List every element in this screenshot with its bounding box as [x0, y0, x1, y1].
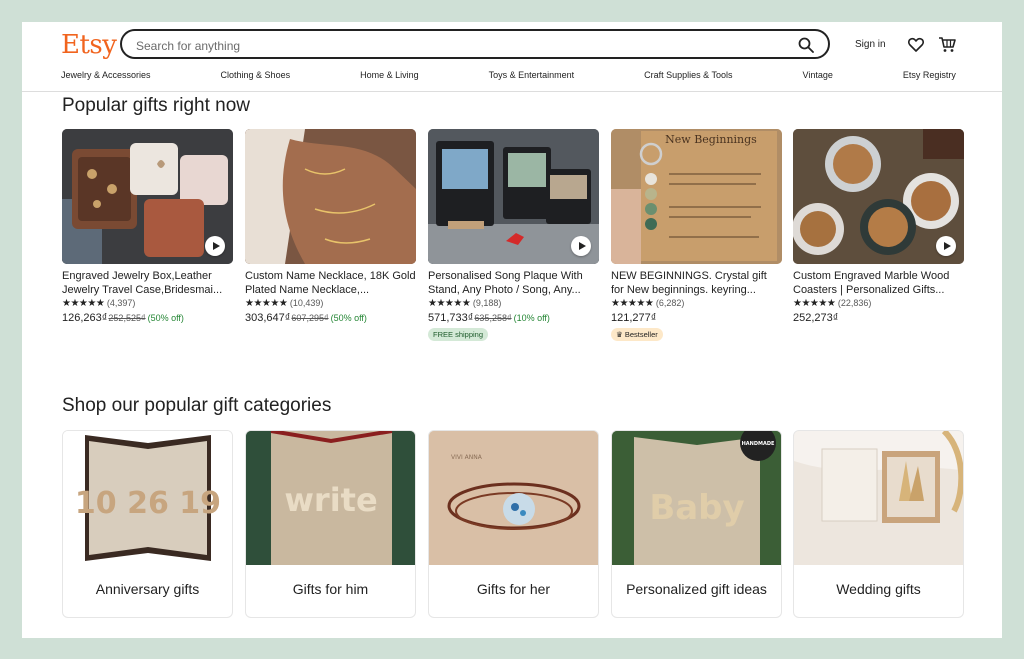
- plaque-title-text: New Beginnings: [665, 133, 757, 146]
- category-card-anniversary[interactable]: 10 26 19 Anniversary gifts: [62, 430, 233, 618]
- category-image-wedding: [794, 431, 963, 565]
- product-price-row: 121,277₫: [611, 312, 782, 324]
- gift-categories-heading: Shop our popular gift categories: [62, 395, 332, 416]
- product-price-row: 303,647₫607,295₫ (50% off): [245, 312, 416, 324]
- search-bar[interactable]: [120, 29, 830, 59]
- review-count: (10,439): [289, 298, 324, 308]
- etsy-page: Etsy Sign in Jewelry & Accessories Cloth…: [22, 22, 1002, 638]
- category-image-anniversary: 10 26 19: [63, 431, 232, 565]
- category-card-wedding[interactable]: Wedding gifts: [793, 430, 964, 618]
- original-price: 607,295₫: [291, 313, 329, 323]
- product-price: 571,733₫: [428, 312, 474, 324]
- search-icon[interactable]: [798, 37, 814, 53]
- play-video-button[interactable]: [205, 236, 225, 256]
- product-card[interactable]: Custom Engraved Marble Wood Coasters | P…: [793, 129, 964, 324]
- rating-stars: ★★★★★: [62, 298, 105, 309]
- product-price-row: 126,263₫252,525₫ (50% off): [62, 312, 233, 324]
- nav-home-living[interactable]: Home & Living: [360, 70, 419, 84]
- review-count: (22,836): [837, 298, 872, 308]
- header-divider: [22, 91, 1002, 92]
- product-title[interactable]: Custom Engraved Marble Wood Coasters | P…: [793, 270, 964, 297]
- product-price-row: 252,273₫: [793, 312, 964, 324]
- play-video-button[interactable]: [571, 236, 591, 256]
- discount-label: (50% off): [330, 313, 367, 323]
- review-count: (6,282): [655, 298, 685, 308]
- bestseller-badge: ♛ Bestseller: [611, 328, 663, 341]
- rating-stars: ★★★★★: [611, 298, 654, 309]
- original-price: 252,525₫: [108, 313, 146, 323]
- category-label: Gifts for her: [476, 581, 551, 597]
- nav-vintage[interactable]: Vintage: [803, 70, 833, 84]
- product-rating: ★★★★★ (4,397): [62, 298, 233, 311]
- product-rating: ★★★★★ (9,188): [428, 298, 599, 311]
- rating-stars: ★★★★★: [245, 298, 288, 309]
- search-input[interactable]: [134, 35, 778, 57]
- category-label: Gifts for him: [292, 581, 369, 597]
- nav-jewelry-accessories[interactable]: Jewelry & Accessories: [61, 70, 151, 84]
- product-price: 252,273₫: [793, 312, 839, 324]
- product-card[interactable]: Custom Name Necklace, 18K Gold Plated Na…: [245, 129, 416, 324]
- category-label: Anniversary gifts: [95, 581, 200, 597]
- free-shipping-badge: FREE shipping: [428, 328, 489, 341]
- product-price: 303,647₫: [245, 312, 291, 324]
- category-image-for-him: write: [246, 431, 415, 565]
- product-price: 121,277₫: [611, 312, 657, 324]
- product-rating: ★★★★★ (10,439): [245, 298, 416, 311]
- play-video-button[interactable]: [936, 236, 956, 256]
- product-card[interactable]: Engraved Jewelry Box,Leather Jewelry Tra…: [62, 129, 233, 324]
- her-watermark-text: VIVI ANNA: [451, 454, 483, 461]
- nav-craft-supplies[interactable]: Craft Supplies & Tools: [644, 70, 732, 84]
- him-book-text: write: [284, 481, 377, 519]
- category-label: Wedding gifts: [836, 581, 921, 597]
- category-nav: Jewelry & Accessories Clothing & Shoes H…: [61, 70, 956, 84]
- nav-etsy-registry[interactable]: Etsy Registry: [903, 70, 956, 84]
- product-image-crystal-keyring[interactable]: New Beginnings: [611, 129, 782, 264]
- category-card-personalized[interactable]: Baby HANDMADE Personalized gift ideas: [611, 430, 782, 618]
- baby-book-text: Baby: [649, 488, 744, 528]
- product-image-jewelry-box[interactable]: [62, 129, 233, 264]
- product-image-name-necklace[interactable]: [245, 129, 416, 264]
- product-card[interactable]: Personalised Song Plaque With Stand, Any…: [428, 129, 599, 342]
- product-image-song-plaque[interactable]: [428, 129, 599, 264]
- review-count: (9,188): [472, 298, 502, 308]
- discount-label: (50% off): [147, 313, 184, 323]
- category-card-for-her[interactable]: VIVI ANNA Gifts for her: [428, 430, 599, 618]
- sign-in-link[interactable]: Sign in: [855, 39, 886, 50]
- favorites-heart-icon[interactable]: [908, 37, 924, 52]
- etsy-logo[interactable]: Etsy: [61, 30, 117, 60]
- discount-label: (10% off): [513, 313, 550, 323]
- handmade-seal-text: HANDMADE: [742, 441, 775, 447]
- cart-icon[interactable]: [938, 36, 956, 53]
- rating-stars: ★★★★★: [793, 298, 836, 309]
- nav-clothing-shoes[interactable]: Clothing & Shoes: [221, 70, 291, 84]
- review-count: (4,397): [106, 298, 136, 308]
- product-card[interactable]: New Beginnings NEW BEGINNINGS. Crystal g…: [611, 129, 782, 342]
- product-title[interactable]: Engraved Jewelry Box,Leather Jewelry Tra…: [62, 270, 233, 297]
- product-title[interactable]: Custom Name Necklace, 18K Gold Plated Na…: [245, 270, 416, 297]
- category-image-for-her: VIVI ANNA: [429, 431, 598, 565]
- product-image-marble-coasters[interactable]: [793, 129, 964, 264]
- product-title[interactable]: NEW BEGINNINGS. Crystal gift for New beg…: [611, 270, 782, 297]
- product-price-row: 571,733₫635,258₫ (10% off): [428, 312, 599, 324]
- bestseller-icon: ♛: [616, 330, 625, 339]
- product-title[interactable]: Personalised Song Plaque With Stand, Any…: [428, 270, 599, 297]
- popular-gifts-heading: Popular gifts right now: [62, 95, 250, 116]
- product-rating: ★★★★★ (22,836): [793, 298, 964, 311]
- nav-toys-entertainment[interactable]: Toys & Entertainment: [489, 70, 575, 84]
- rating-stars: ★★★★★: [428, 298, 471, 309]
- product-price: 126,263₫: [62, 312, 108, 324]
- category-card-for-him[interactable]: write Gifts for him: [245, 430, 416, 618]
- product-rating: ★★★★★ (6,282): [611, 298, 782, 311]
- anniversary-book-text: 10 26 19: [75, 486, 221, 521]
- original-price: 635,258₫: [474, 313, 512, 323]
- category-label: Personalized gift ideas: [626, 581, 767, 597]
- category-image-personalized: Baby HANDMADE: [612, 431, 781, 565]
